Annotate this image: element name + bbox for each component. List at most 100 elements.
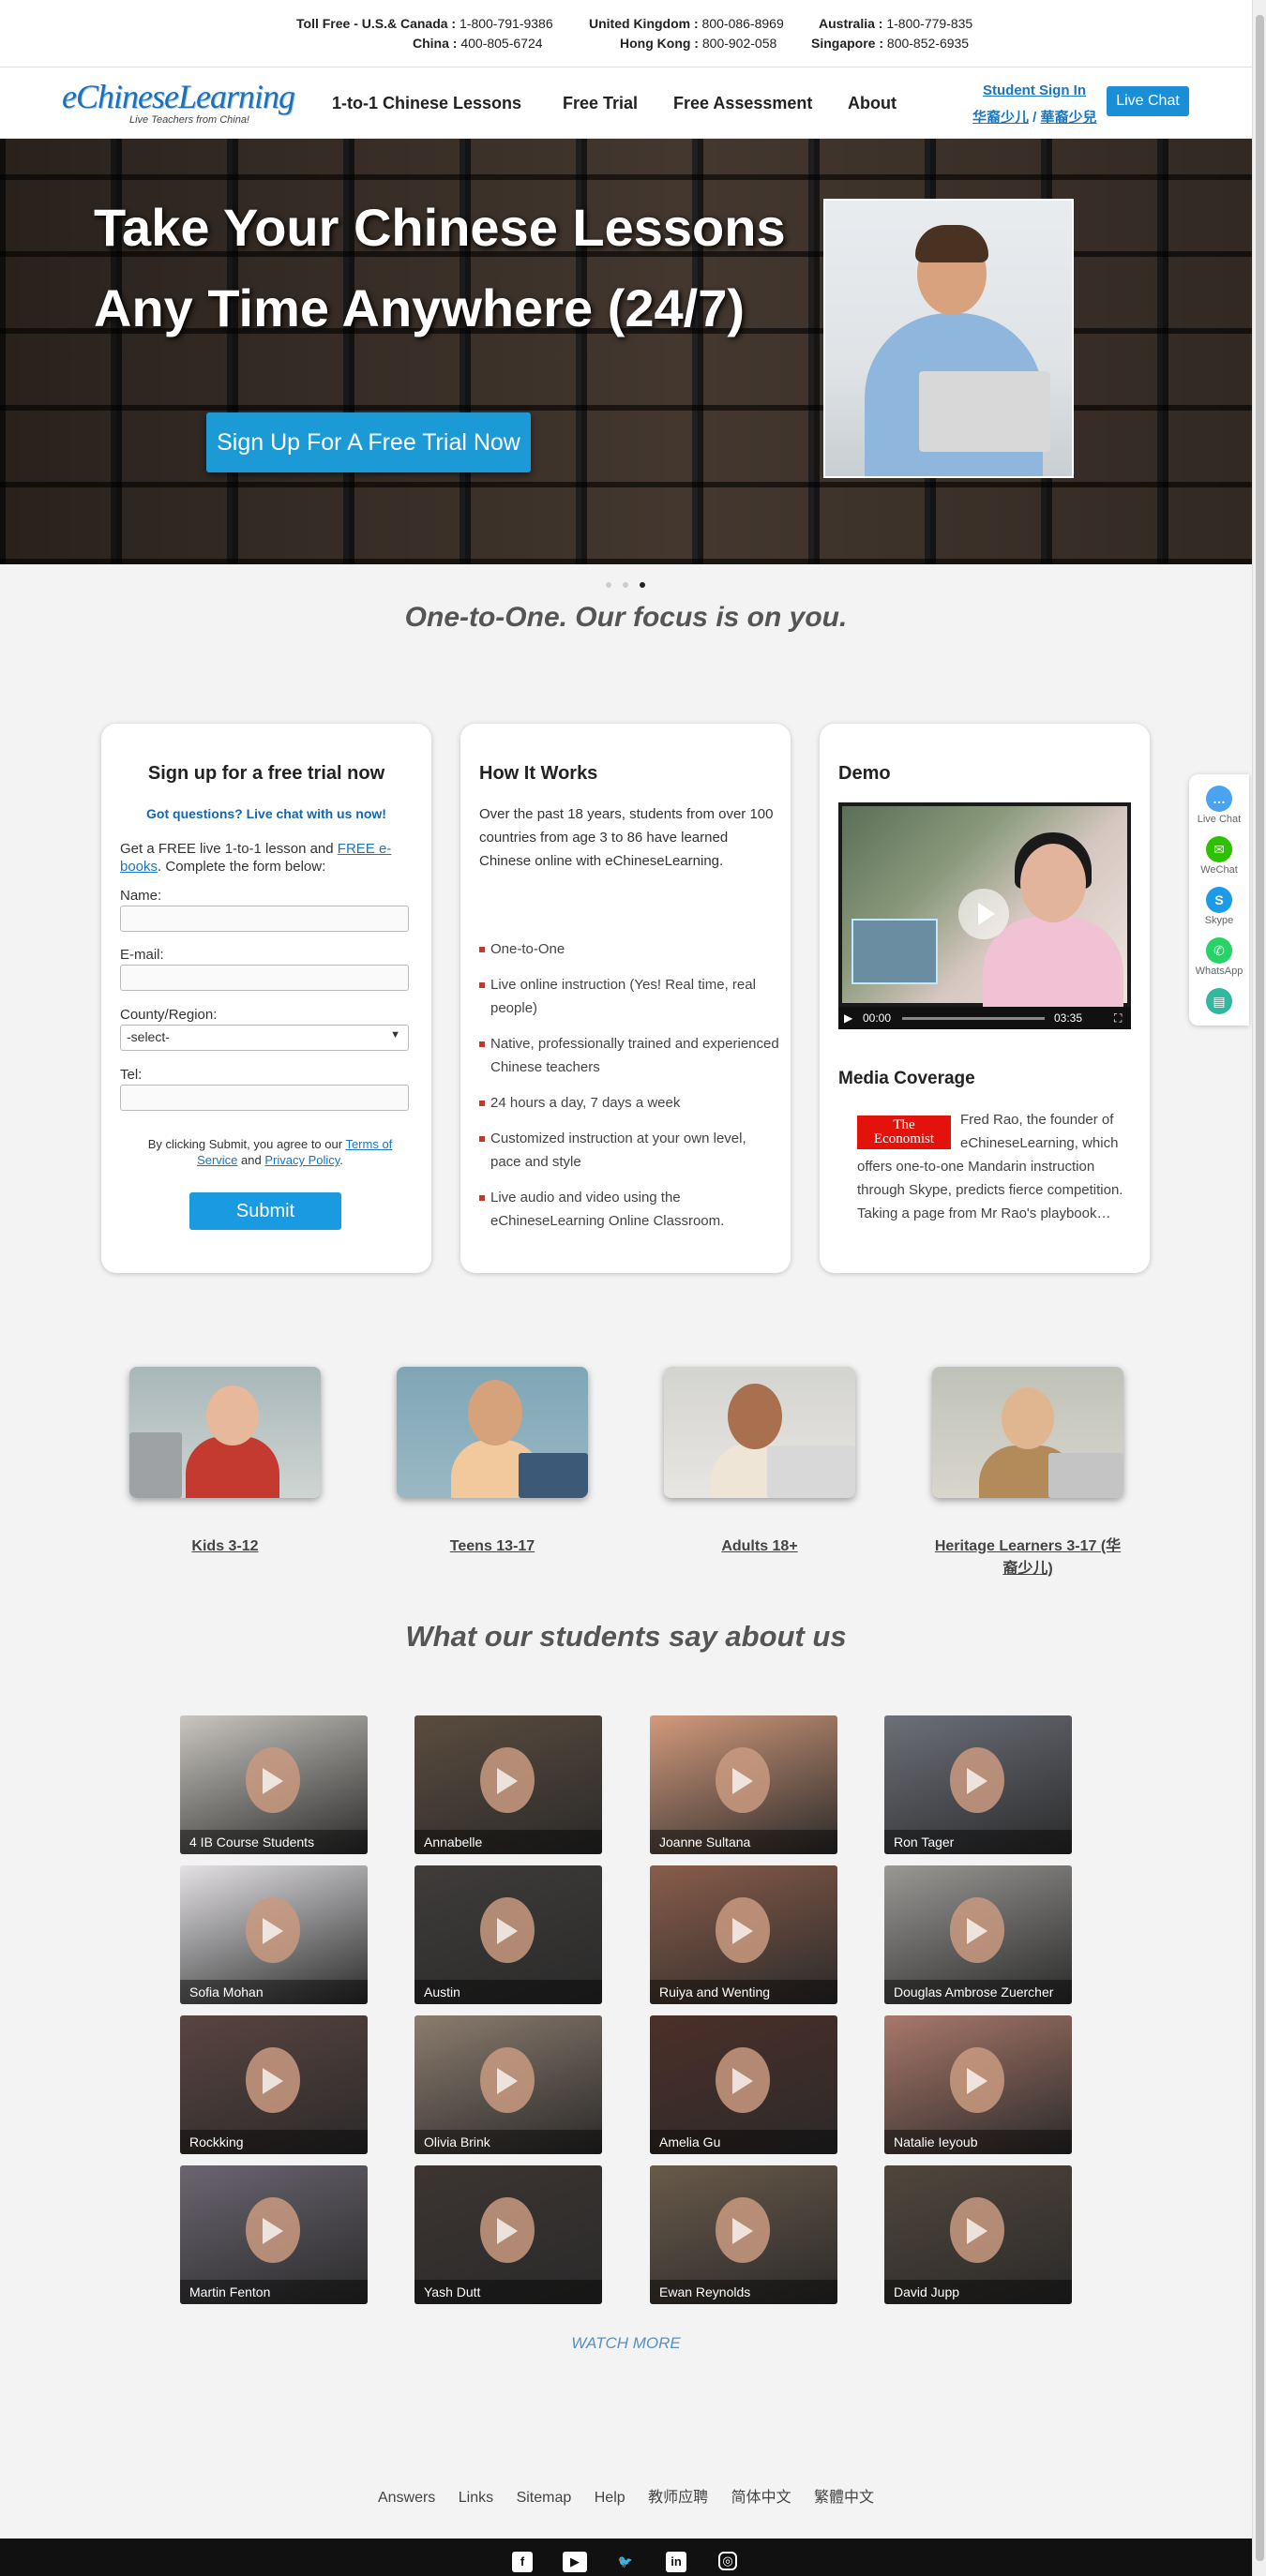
carousel-dot-active[interactable] bbox=[640, 582, 645, 588]
widget-skype[interactable]: S Skype bbox=[1189, 887, 1249, 926]
carousel-dot[interactable] bbox=[606, 582, 611, 588]
nav-free-assessment[interactable]: Free Assessment bbox=[673, 94, 812, 113]
facebook-icon[interactable]: f bbox=[512, 2552, 533, 2572]
testimonial-video[interactable]: Annabelle bbox=[414, 1715, 602, 1854]
footer-link-traditional[interactable]: 繁體中文 bbox=[814, 2490, 874, 2506]
tel-field[interactable] bbox=[120, 1085, 409, 1111]
linkedin-icon[interactable]: in bbox=[666, 2552, 686, 2572]
play-icon[interactable] bbox=[967, 2068, 993, 2094]
logo-name: eChineseLearning bbox=[62, 78, 295, 115]
video-total-time: 03:35 bbox=[1054, 1011, 1083, 1025]
age-group-heritage[interactable]: Heritage Learners 3-17 (华裔少儿) bbox=[932, 1367, 1123, 1580]
testimonial-name: Joanne Sultana bbox=[650, 1830, 837, 1854]
play-icon[interactable] bbox=[497, 1768, 523, 1794]
scrollbar[interactable] bbox=[1252, 0, 1266, 2576]
play-icon[interactable] bbox=[967, 1768, 993, 1794]
name-label: Name: bbox=[120, 888, 162, 904]
footer-link-answers[interactable]: Answers bbox=[378, 2490, 435, 2506]
play-icon[interactable] bbox=[732, 1918, 759, 1944]
submit-button[interactable]: Submit bbox=[189, 1192, 341, 1230]
tagline: One-to-One. Our focus is on you. bbox=[404, 602, 848, 633]
whatsapp-icon: ✆ bbox=[1206, 937, 1232, 964]
testimonial-video[interactable]: Ron Tager bbox=[884, 1715, 1072, 1854]
student-sign-in-link[interactable]: Student Sign In bbox=[983, 82, 1086, 98]
free-trial-cta-button[interactable]: Sign Up For A Free Trial Now bbox=[206, 412, 531, 472]
watch-more-link[interactable]: WATCH MORE bbox=[0, 2334, 1252, 2353]
footer-link-sitemap[interactable]: Sitemap bbox=[517, 2490, 572, 2506]
play-icon[interactable] bbox=[732, 2218, 759, 2244]
widget-whatsapp[interactable]: ✆ WhatsApp bbox=[1189, 937, 1249, 977]
testimonial-video[interactable]: Amelia Gu bbox=[650, 2015, 837, 2154]
hero-teacher-photo bbox=[823, 199, 1074, 478]
play-icon[interactable] bbox=[732, 2068, 759, 2094]
twitter-icon[interactable]: 🐦 bbox=[615, 2552, 636, 2572]
hero-banner: Take Your Chinese Lessons Any Time Anywh… bbox=[0, 139, 1252, 564]
live-chat-link[interactable]: Got questions? Live chat with us now! bbox=[101, 806, 431, 821]
live-chat-button[interactable]: Live Chat bbox=[1107, 86, 1189, 116]
testimonial-video[interactable]: Natalie Ieyoub bbox=[884, 2015, 1072, 2154]
testimonial-video[interactable]: Douglas Ambrose Zuercher bbox=[884, 1865, 1072, 2004]
testimonial-video[interactable]: Ewan Reynolds bbox=[650, 2165, 837, 2304]
name-field[interactable] bbox=[120, 906, 409, 932]
play-icon[interactable] bbox=[263, 2218, 289, 2244]
testimonial-name: 4 IB Course Students bbox=[180, 1830, 368, 1854]
play-icon[interactable] bbox=[497, 2068, 523, 2094]
list-item: Native, professionally trained and exper… bbox=[479, 1032, 779, 1079]
widget-live-chat[interactable]: … Live Chat bbox=[1189, 786, 1249, 825]
play-icon[interactable] bbox=[967, 2218, 993, 2244]
age-group-adults[interactable]: Adults 18+ bbox=[664, 1367, 855, 1558]
testimonial-video[interactable]: Austin bbox=[414, 1865, 602, 2004]
contact-widget: … Live Chat ✉ WeChat S Skype ✆ WhatsApp ▤ bbox=[1189, 774, 1249, 1026]
kids-traditional-link[interactable]: 華裔少兒 bbox=[1041, 110, 1097, 126]
testimonial-name: Ron Tager bbox=[884, 1830, 1072, 1854]
how-it-works-paragraph: Over the past 18 years, students from ov… bbox=[479, 806, 774, 869]
demo-video-player[interactable]: ▶ 00:00 03:35 ⛶ bbox=[838, 802, 1131, 1029]
testimonial-video[interactable]: Sofia Mohan bbox=[180, 1865, 368, 2004]
testimonial-video[interactable]: Rockking bbox=[180, 2015, 368, 2154]
play-icon[interactable] bbox=[263, 1768, 289, 1794]
age-group-teens[interactable]: Teens 13-17 bbox=[397, 1367, 588, 1558]
youtube-icon[interactable]: ▶ bbox=[563, 2552, 587, 2572]
play-icon[interactable] bbox=[497, 1918, 523, 1944]
email-label: E-mail: bbox=[120, 947, 164, 963]
testimonial-video[interactable]: Yash Dutt bbox=[414, 2165, 602, 2304]
footer-link-help[interactable]: Help bbox=[595, 2490, 625, 2506]
testimonial-video[interactable]: Olivia Brink bbox=[414, 2015, 602, 2154]
footer-link-simplified[interactable]: 简体中文 bbox=[731, 2490, 791, 2506]
play-icon[interactable] bbox=[263, 2068, 289, 2094]
play-button-icon[interactable]: ▶ bbox=[844, 1011, 852, 1025]
logo[interactable]: eChineseLearning Live Teachers from Chin… bbox=[62, 78, 295, 127]
phone-us: Toll Free - U.S.& Canada : 1-800-791-938… bbox=[296, 16, 553, 31]
widget-wechat[interactable]: ✉ WeChat bbox=[1189, 836, 1249, 876]
testimonial-video[interactable]: David Jupp bbox=[884, 2165, 1072, 2304]
age-group-kids[interactable]: Kids 3-12 bbox=[129, 1367, 321, 1558]
age-group-label: Teens 13-17 bbox=[449, 1538, 535, 1554]
testimonial-video[interactable]: Ruiya and Wenting bbox=[650, 1865, 837, 2004]
privacy-policy-link[interactable]: Privacy Policy bbox=[264, 1153, 339, 1167]
region-select[interactable]: -select- ▼ bbox=[120, 1025, 409, 1051]
play-icon[interactable] bbox=[263, 1918, 289, 1944]
footer-link-links[interactable]: Links bbox=[459, 2490, 493, 2506]
nav-free-trial[interactable]: Free Trial bbox=[563, 94, 638, 113]
scrollbar-thumb[interactable] bbox=[1256, 15, 1264, 2561]
fullscreen-icon[interactable]: ⛶ bbox=[1114, 1011, 1122, 1026]
widget-extra[interactable]: ▤ bbox=[1189, 988, 1249, 1016]
play-icon[interactable] bbox=[497, 2218, 523, 2244]
carousel-dot[interactable] bbox=[623, 582, 628, 588]
testimonial-video[interactable]: Joanne Sultana bbox=[650, 1715, 837, 1854]
list-item: Live audio and video using the eChineseL… bbox=[479, 1186, 779, 1233]
testimonial-video[interactable]: Martin Fenton bbox=[180, 2165, 368, 2304]
play-icon[interactable] bbox=[958, 889, 1009, 939]
economist-logo: The Economist bbox=[857, 1116, 951, 1149]
kids-simplified-link[interactable]: 华裔少儿 bbox=[972, 110, 1029, 126]
nav-1to1-lessons[interactable]: 1-to-1 Chinese Lessons bbox=[332, 94, 521, 113]
instagram-icon[interactable]: ◎ bbox=[718, 2552, 737, 2570]
how-it-works-title: How It Works bbox=[479, 763, 598, 784]
video-progress-bar[interactable] bbox=[902, 1017, 1045, 1020]
play-icon[interactable] bbox=[732, 1768, 759, 1794]
email-field[interactable] bbox=[120, 965, 409, 991]
footer-link-jobs[interactable]: 教师应聘 bbox=[648, 2490, 708, 2506]
play-icon[interactable] bbox=[967, 1918, 993, 1944]
nav-about[interactable]: About bbox=[848, 94, 897, 113]
testimonial-video[interactable]: 4 IB Course Students bbox=[180, 1715, 368, 1854]
